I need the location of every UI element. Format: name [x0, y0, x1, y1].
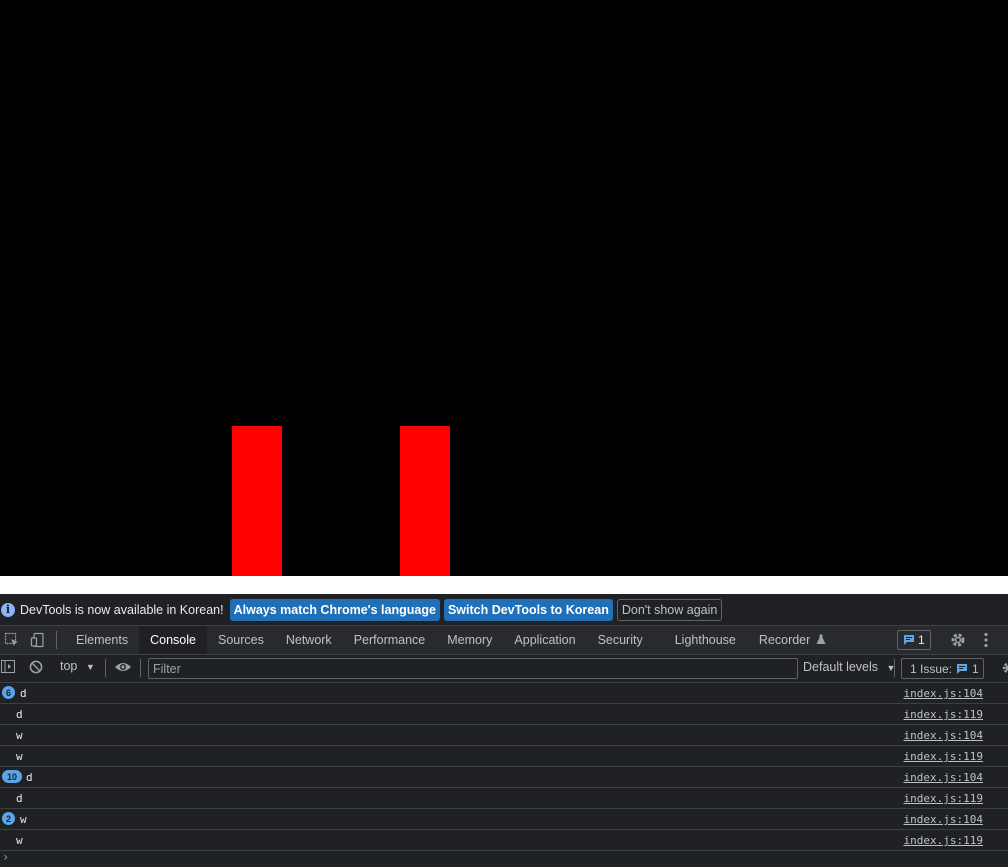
- console-message: w index.js:104: [0, 725, 1008, 746]
- message-icon: [904, 635, 914, 645]
- always-match-language-button[interactable]: Always match Chrome's language: [229, 598, 440, 621]
- message-text: d: [20, 687, 27, 700]
- issues-counter-button[interactable]: 1: [897, 630, 931, 650]
- clear-console-icon[interactable]: [29, 660, 43, 677]
- context-value: top: [60, 659, 78, 673]
- console-message: d index.js:119: [0, 704, 1008, 725]
- message-text: w: [20, 813, 27, 826]
- issue-label: 1 Issue:: [910, 661, 953, 676]
- red-block-left: [232, 426, 282, 576]
- issues-link-button[interactable]: 1 Issue: 1: [901, 658, 984, 679]
- tab-separator: [894, 659, 895, 677]
- tab-lighthouse[interactable]: Lighthouse: [664, 626, 747, 654]
- log-levels-dropdown[interactable]: Default levels ▼: [803, 660, 895, 674]
- message-icon: [957, 663, 968, 674]
- source-link[interactable]: index.js:119: [904, 792, 983, 805]
- tab-memory[interactable]: Memory: [436, 626, 503, 654]
- page-bottom-strip: [0, 576, 1008, 594]
- issue-count: 1: [972, 661, 979, 676]
- console-message: w index.js:119: [0, 830, 1008, 851]
- repeat-count-badge: 10: [2, 770, 22, 783]
- tab-sources[interactable]: Sources: [207, 626, 275, 654]
- levels-value: Default levels: [803, 660, 879, 674]
- page-viewport[interactable]: [0, 0, 1008, 576]
- console-message: 6 d index.js:104: [0, 683, 1008, 704]
- issues-count: 1: [918, 633, 925, 647]
- message-text: w: [16, 729, 23, 742]
- tab-separator: [105, 659, 106, 677]
- source-link[interactable]: index.js:119: [904, 750, 983, 763]
- devtools-panel: i DevTools is now available in Korean! A…: [0, 594, 1008, 867]
- console-message: 10 d index.js:104: [0, 767, 1008, 788]
- console-settings-icon[interactable]: [1000, 660, 1008, 676]
- devtools-tab-bar: Elements Console Sources Network Perform…: [0, 626, 1008, 655]
- gear-icon[interactable]: [948, 630, 968, 650]
- tab-separator: [140, 659, 141, 677]
- message-text: d: [16, 792, 23, 805]
- message-text: w: [16, 834, 23, 847]
- console-message: w index.js:119: [0, 746, 1008, 767]
- chevron-down-icon: ▼: [85, 662, 95, 672]
- tab-application[interactable]: Application: [503, 626, 586, 654]
- console-messages: 6 d index.js:104 d index.js:119 w index.…: [0, 683, 1008, 851]
- switch-to-korean-button[interactable]: Switch DevTools to Korean: [443, 598, 613, 621]
- device-toolbar-icon[interactable]: [28, 630, 48, 650]
- source-link[interactable]: index.js:104: [904, 771, 983, 784]
- context-selector[interactable]: top ▼: [60, 659, 95, 673]
- language-infobar: i DevTools is now available in Korean! A…: [0, 594, 1008, 626]
- source-link[interactable]: index.js:104: [904, 813, 983, 826]
- console-message: 2 w index.js:104: [0, 809, 1008, 830]
- message-text: d: [16, 708, 23, 721]
- sidebar-toggle-icon[interactable]: [1, 660, 17, 677]
- console-toolbar: top ▼ Default levels ▼ 1 Issue: 1: [0, 655, 1008, 683]
- live-expression-eye-icon[interactable]: [114, 661, 132, 676]
- tab-recorder-label: Recorder: [758, 633, 811, 647]
- more-options-icon[interactable]: [976, 630, 996, 650]
- message-text: w: [16, 750, 23, 763]
- repeat-count-badge: 2: [2, 812, 15, 825]
- tab-elements[interactable]: Elements: [65, 626, 139, 654]
- source-link[interactable]: index.js:104: [904, 729, 983, 742]
- repeat-count-badge: 6: [2, 686, 15, 699]
- tab-recorder[interactable]: Recorder: [747, 626, 837, 654]
- inspect-element-icon[interactable]: [2, 630, 22, 650]
- experiment-flask-icon: [816, 634, 826, 644]
- message-text: d: [26, 771, 33, 784]
- source-link[interactable]: index.js:104: [904, 687, 983, 700]
- console-prompt[interactable]: ›: [2, 850, 9, 864]
- tab-performance[interactable]: Performance: [343, 626, 437, 654]
- filter-input[interactable]: [148, 658, 798, 679]
- tab-console[interactable]: Console: [139, 626, 207, 654]
- dont-show-again-button[interactable]: Don't show again: [616, 598, 723, 621]
- source-link[interactable]: index.js:119: [904, 834, 983, 847]
- tab-network[interactable]: Network: [275, 626, 343, 654]
- infobar-message: DevTools is now available in Korean!: [20, 602, 224, 617]
- info-icon: i: [1, 602, 15, 617]
- source-link[interactable]: index.js:119: [904, 708, 983, 721]
- tab-separator: [56, 631, 57, 649]
- console-message: d index.js:119: [0, 788, 1008, 809]
- tab-security[interactable]: Security: [587, 626, 664, 654]
- red-block-right: [400, 426, 450, 576]
